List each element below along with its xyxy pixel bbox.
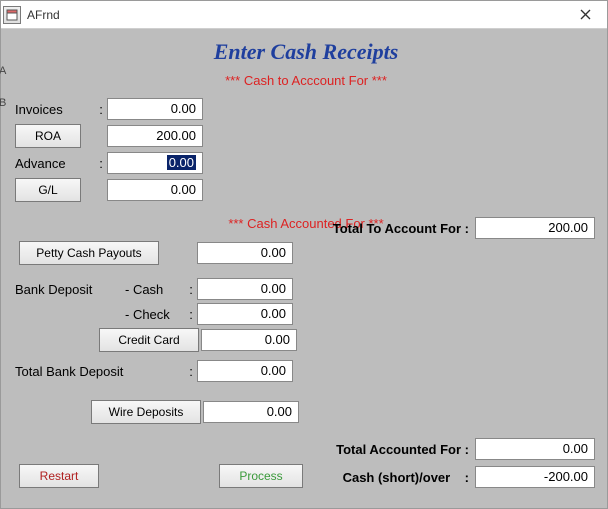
bank-deposit-label: Bank Deposit xyxy=(15,282,125,297)
form-area: A B Enter Cash Receipts *** Cash to Accc… xyxy=(1,29,607,508)
wire-deposits-input[interactable]: 0.00 xyxy=(203,401,299,423)
check-input[interactable]: 0.00 xyxy=(197,303,293,325)
roa-input[interactable]: 200.00 xyxy=(107,125,203,147)
colon: : xyxy=(185,364,197,379)
colon: : xyxy=(95,102,107,117)
colon: : xyxy=(95,156,107,171)
cash-short-over-value[interactable]: -200.00 xyxy=(475,466,595,488)
total-accounted-value[interactable]: 0.00 xyxy=(475,438,595,460)
titlebar: AFrnd xyxy=(1,1,607,29)
process-button[interactable]: Process xyxy=(219,464,303,488)
window: AFrnd A B Enter Cash Receipts *** Cash t… xyxy=(0,0,608,509)
petty-cash-input[interactable]: 0.00 xyxy=(197,242,293,264)
invoices-input[interactable]: 0.00 xyxy=(107,98,203,120)
close-button[interactable] xyxy=(565,2,605,28)
accounted-group: Petty Cash Payouts 0.00 Bank Deposit - C… xyxy=(15,241,597,424)
total-to-account-row: Total To Account For : 200.00 xyxy=(295,217,595,239)
advance-input[interactable]: 0.00 xyxy=(107,152,203,174)
gl-input[interactable]: 0.00 xyxy=(107,179,203,201)
total-to-account-value[interactable]: 200.00 xyxy=(475,217,595,239)
colon: : xyxy=(185,282,197,297)
total-to-account-label: Total To Account For : xyxy=(295,221,475,236)
wire-deposits-button[interactable]: Wire Deposits xyxy=(91,400,201,424)
section-head-to-account: *** Cash to Acccount For *** xyxy=(15,73,597,88)
restart-button[interactable]: Restart xyxy=(19,464,99,488)
total-accounted-label: Total Accounted For : xyxy=(315,442,475,457)
colon: : xyxy=(185,307,197,322)
gl-button[interactable]: G/L xyxy=(15,178,81,202)
petty-cash-button[interactable]: Petty Cash Payouts xyxy=(19,241,159,265)
cash-short-over-label: Cash (short)/over : xyxy=(315,470,475,485)
form-icon xyxy=(3,6,21,24)
to-account-group: Invoices : 0.00 ROA 200.00 Advance : 0.0… xyxy=(15,98,315,202)
window-title: AFrnd xyxy=(27,8,565,22)
check-label: - Check xyxy=(125,307,185,322)
advance-label: Advance xyxy=(15,156,95,171)
side-marker: A xyxy=(0,65,6,77)
invoices-label: Invoices xyxy=(15,102,95,117)
cash-input[interactable]: 0.00 xyxy=(197,278,293,300)
roa-button[interactable]: ROA xyxy=(15,124,81,148)
credit-card-input[interactable]: 0.00 xyxy=(201,329,297,351)
total-bank-deposit-label: Total Bank Deposit xyxy=(15,364,185,379)
side-marker-2: B xyxy=(0,97,6,109)
credit-card-button[interactable]: Credit Card xyxy=(99,328,199,352)
totals-group: Total Accounted For : 0.00 Cash (short)/… xyxy=(315,438,595,488)
total-bank-deposit-input[interactable]: 0.00 xyxy=(197,360,293,382)
bottom-buttons: Restart Process xyxy=(19,464,303,488)
cash-label: - Cash xyxy=(125,282,185,297)
page-title: Enter Cash Receipts xyxy=(15,39,597,65)
